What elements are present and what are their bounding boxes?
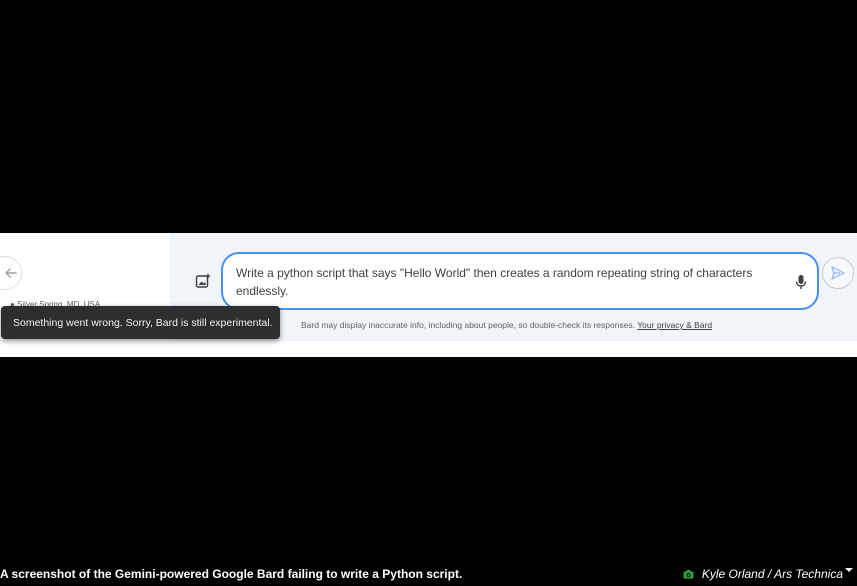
send-button[interactable]: [822, 257, 854, 289]
credit-text: Kyle Orland / Ars Technica: [701, 567, 843, 581]
camera-icon: [683, 569, 694, 579]
privacy-link[interactable]: Your privacy & Bard: [637, 320, 712, 330]
photo-credit: Kyle Orland / Ars Technica: [683, 567, 843, 581]
image-caption: A screenshot of the Gemini-powered Googl…: [0, 567, 463, 581]
disclaimer: Bard may display inaccurate info, includ…: [301, 320, 712, 330]
microphone-button[interactable]: [791, 271, 811, 293]
disclaimer-text: Bard may display inaccurate info, includ…: [301, 320, 636, 330]
prompt-text[interactable]: Write a python script that says "Hello W…: [236, 264, 776, 300]
send-icon: [831, 266, 845, 280]
add-image-icon: [195, 273, 211, 288]
arrow-left-icon: [5, 268, 17, 278]
back-button[interactable]: [0, 256, 22, 290]
caret-down-icon[interactable]: [845, 568, 853, 572]
error-toast: Something went wrong. Sorry, Bard is sti…: [1, 306, 280, 339]
microphone-icon: [795, 275, 807, 289]
page: ● Silver Spring, MD, USA Write a python …: [0, 0, 857, 586]
image-upload-button[interactable]: [193, 271, 213, 291]
toast-message: Something went wrong. Sorry, Bard is sti…: [13, 316, 273, 329]
prompt-input[interactable]: Write a python script that says "Hello W…: [221, 252, 819, 310]
